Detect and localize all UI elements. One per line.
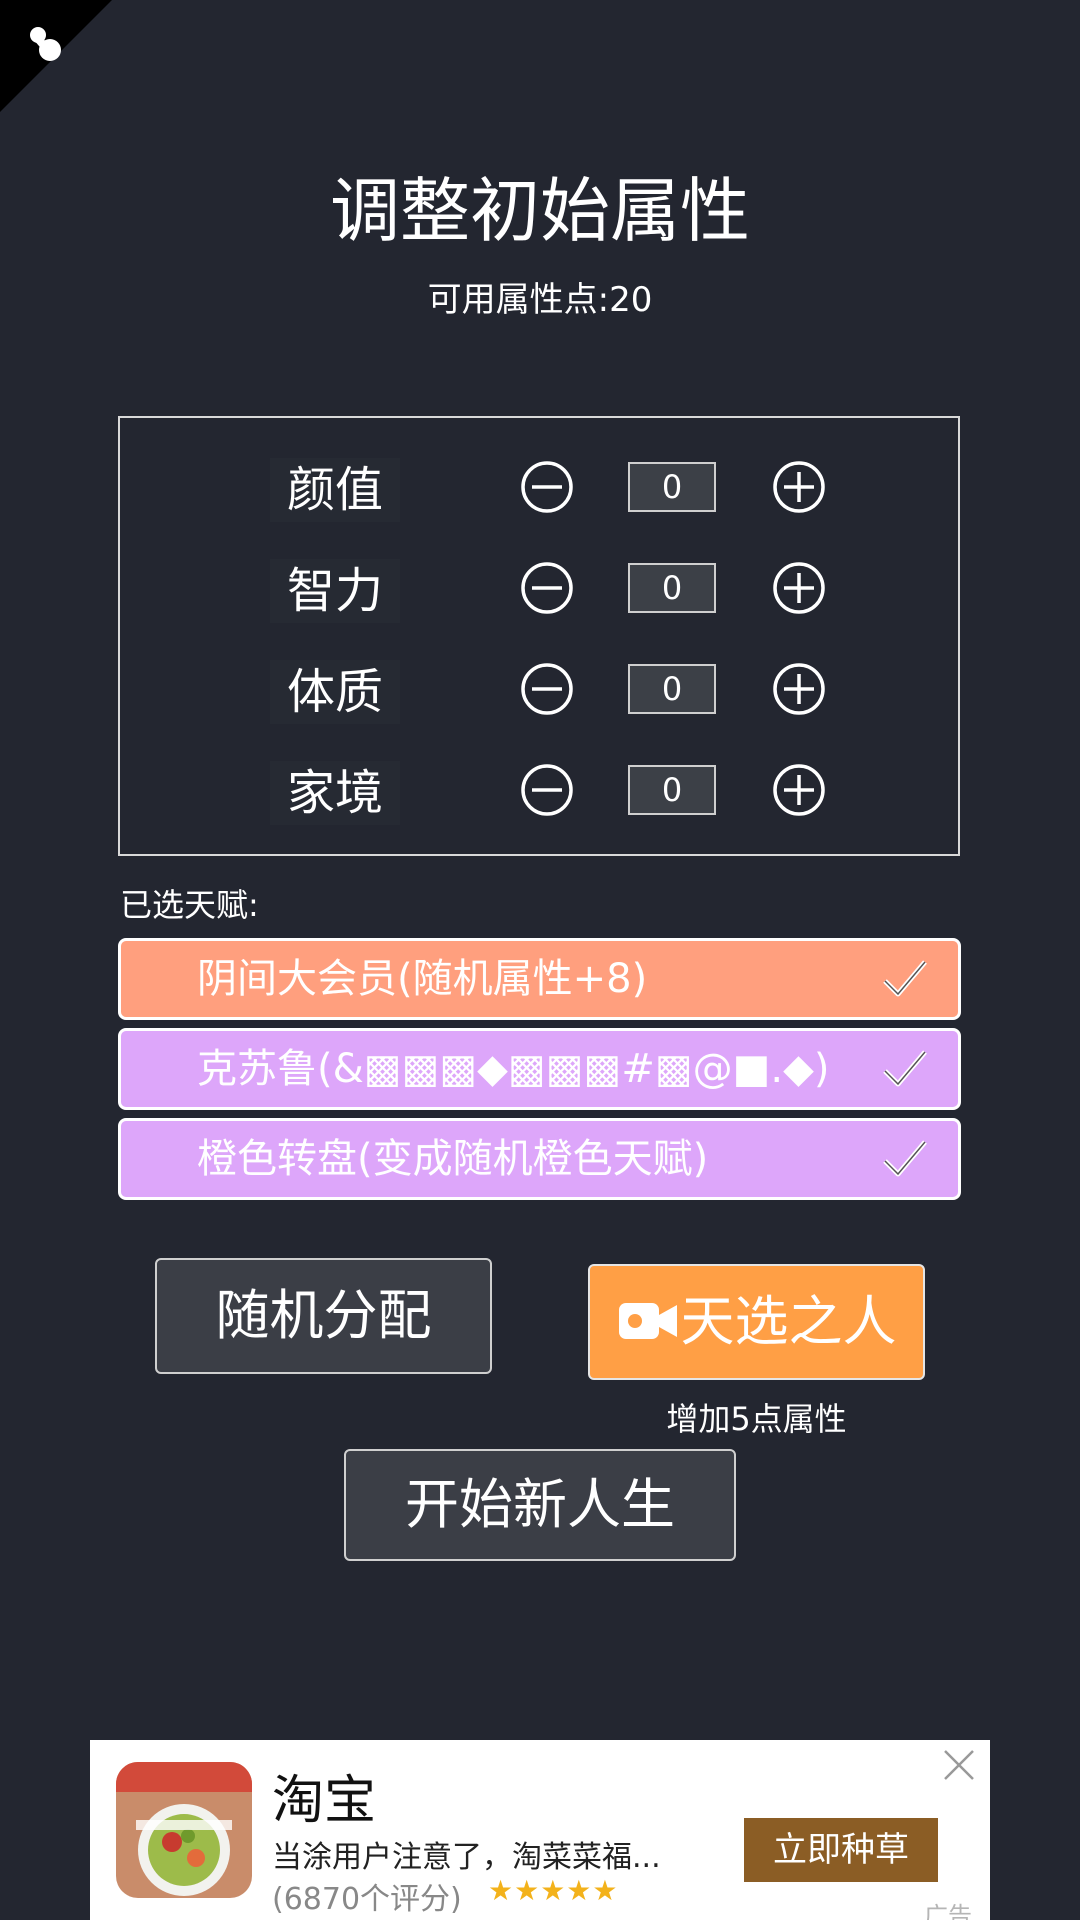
random-allocate-button[interactable]: 随机分配 — [155, 1258, 492, 1374]
close-icon[interactable] — [942, 1748, 976, 1782]
plus-circle-icon[interactable] — [772, 561, 826, 615]
talent-name: 橙色转盘(变成随机橙色天赋) — [197, 1136, 709, 1182]
plus-circle-icon[interactable] — [772, 763, 826, 817]
chosen-one-label: 天选之人 — [680, 1290, 897, 1353]
ad-banner[interactable]: 淘宝 当涂用户注意了，淘菜菜福... (6870个评分) ★★★★★ 立即种草 … — [90, 1740, 990, 1920]
attribute-value[interactable]: 0 — [628, 765, 716, 815]
chosen-one-subtitle: 增加5点属性 — [666, 1400, 847, 1438]
attribute-value[interactable]: 0 — [628, 462, 716, 512]
attribute-value[interactable]: 0 — [628, 563, 716, 613]
ad-rating-stars: ★★★★★ — [488, 1874, 619, 1907]
minus-circle-icon[interactable] — [520, 662, 574, 716]
ad-rating-count: (6870个评分) — [272, 1882, 462, 1917]
checkmark-icon — [883, 1140, 927, 1177]
pin-icon[interactable] — [26, 24, 70, 68]
talent-item[interactable]: 橙色转盘(变成随机橙色天赋) — [118, 1118, 961, 1200]
attribute-row: 家境 0 — [120, 751, 958, 831]
minus-circle-icon[interactable] — [520, 561, 574, 615]
ad-label: 广告 — [924, 1902, 972, 1920]
selected-talents-heading: 已选天赋: — [120, 886, 259, 924]
start-new-life-button[interactable]: 开始新人生 — [344, 1449, 736, 1561]
ad-cta-button[interactable]: 立即种草 — [744, 1818, 938, 1882]
attribute-row: 智力 0 — [120, 549, 958, 629]
minus-circle-icon[interactable] — [520, 460, 574, 514]
attribute-label: 家境 — [270, 761, 400, 825]
ad-thumbnail — [116, 1762, 252, 1898]
attribute-label: 颜值 — [270, 458, 400, 522]
talent-item[interactable]: 阴间大会员(随机属性+8) — [118, 938, 961, 1020]
talent-name: 克苏鲁(&▩▩▩◆▩▩▩#▩@■.◆) — [197, 1046, 830, 1092]
attribute-label: 智力 — [270, 559, 400, 623]
video-camera-icon — [618, 1303, 677, 1340]
attribute-value[interactable]: 0 — [628, 664, 716, 714]
available-points: 可用属性点:20 — [427, 280, 653, 320]
talent-name: 阴间大会员(随机属性+8) — [197, 956, 648, 1002]
ad-description: 当涂用户注意了，淘菜菜福... — [272, 1840, 661, 1875]
checkmark-icon — [883, 1050, 927, 1087]
talent-item[interactable]: 克苏鲁(&▩▩▩◆▩▩▩#▩@■.◆) — [118, 1028, 961, 1110]
ad-title: 淘宝 — [272, 1771, 377, 1831]
plus-circle-icon[interactable] — [772, 662, 826, 716]
attribute-label: 体质 — [270, 660, 400, 724]
checkmark-icon — [883, 960, 927, 997]
attribute-row: 颜值 0 — [120, 448, 958, 528]
plus-circle-icon[interactable] — [772, 460, 826, 514]
attribute-row: 体质 0 — [120, 650, 958, 730]
page-title: 调整初始属性 — [330, 170, 750, 252]
chosen-one-button[interactable]: 天选之人 — [588, 1264, 925, 1380]
minus-circle-icon[interactable] — [520, 763, 574, 817]
attribute-panel: 颜值 0 智力 0 体质 0 家境 0 — [118, 416, 960, 856]
